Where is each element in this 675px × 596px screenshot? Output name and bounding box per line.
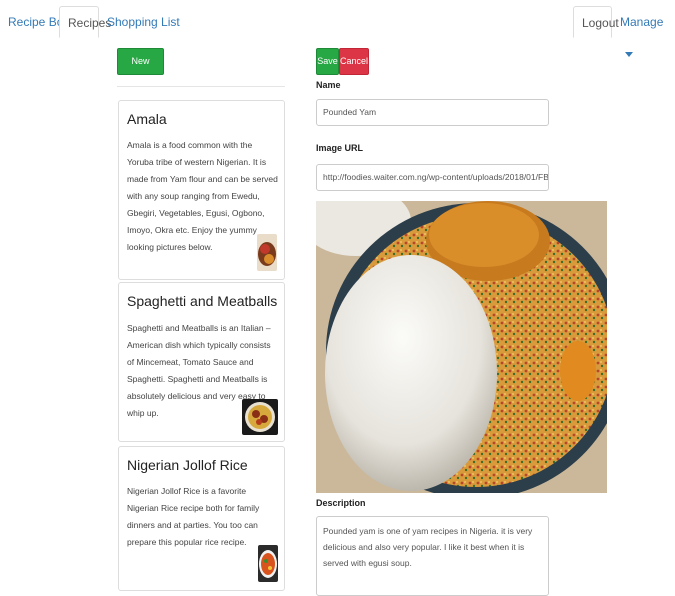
new-recipe-button[interactable]: New Recipes [117, 48, 164, 91]
recipe-thumbnail [257, 234, 277, 271]
logout-link[interactable]: Logout [573, 6, 619, 38]
description-textarea[interactable]: Pounded yam is one of yam recipes in Nig… [316, 516, 549, 596]
manage-dropdown[interactable]: Manage [612, 6, 675, 58]
image-url-input[interactable]: http://foodies.waiter.com.ng/wp-content/… [316, 164, 549, 191]
name-label: Name [316, 80, 341, 90]
description-label: Description [316, 498, 366, 508]
recipe-card-jollof[interactable]: Nigerian Jollof Rice Nigerian Jollof Ric… [118, 446, 285, 591]
recipe-card-spaghetti[interactable]: Spaghetti and Meatballs Spaghetti and Me… [118, 282, 285, 442]
recipe-card-amala[interactable]: Amala Amala is a food common with the Yo… [118, 100, 285, 280]
name-input[interactable]: Pounded Yam [316, 99, 549, 126]
recipe-description: Nigerian Jollof Rice is a favorite Niger… [127, 486, 260, 547]
recipe-thumbnail [242, 399, 278, 435]
recipe-thumbnail [258, 545, 278, 582]
tab-shopping-list[interactable]: Shopping List [99, 6, 188, 38]
recipe-image-preview [316, 201, 607, 493]
cancel-button[interactable]: Cancel [339, 48, 369, 75]
recipe-name: Nigerian Jollof Rice [127, 457, 248, 473]
caret-down-icon [625, 52, 633, 58]
navbar: Recipe Book Recipes Shopping List Logout… [0, 0, 675, 58]
image-url-label: Image URL [316, 143, 364, 153]
recipe-name: Amala [127, 111, 167, 127]
save-button[interactable]: Save [316, 48, 339, 75]
tab-recipes[interactable]: Recipes [59, 6, 111, 38]
manage-label: Manage [620, 15, 664, 29]
divider [117, 86, 285, 87]
recipe-name: Spaghetti and Meatballs [127, 293, 278, 309]
